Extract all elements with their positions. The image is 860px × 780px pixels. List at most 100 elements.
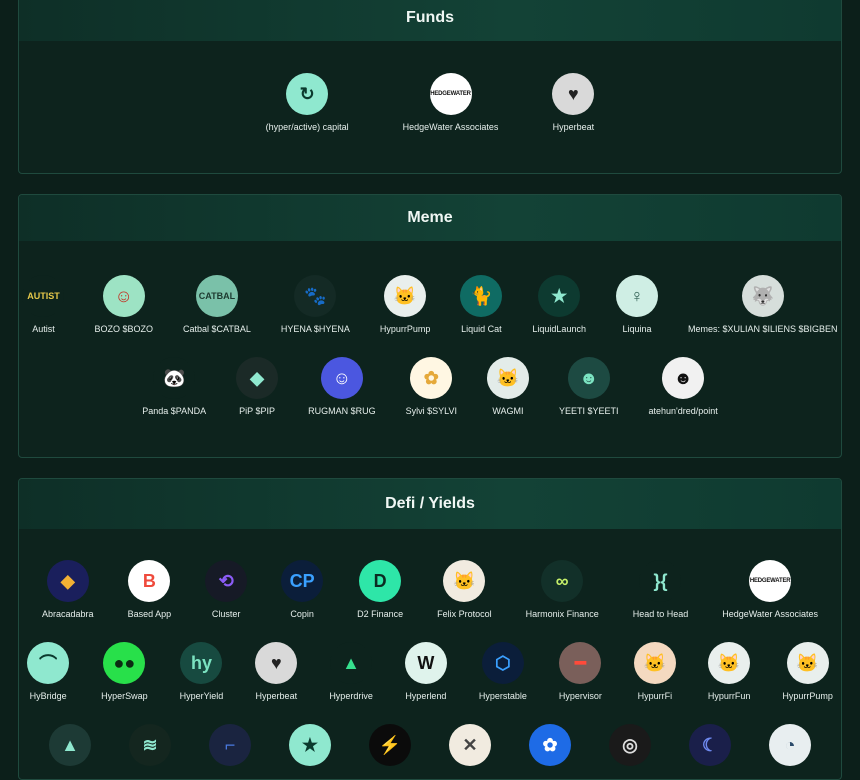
logo-glyph: 🐱 (717, 652, 741, 673)
item-label: Panda $PANDA (142, 406, 207, 416)
hyperlend-item[interactable]: W Hyperlend (404, 642, 447, 702)
logo-glyph: ⚡ (378, 734, 402, 755)
pip-item[interactable]: ◆ PiP $PIP (236, 357, 279, 417)
head-to-head-icon: }{ (639, 560, 682, 602)
liquidlaunch-item[interactable]: ★ LiquidLaunch (532, 275, 586, 335)
pie-logo-item[interactable]: ◔ (769, 724, 811, 779)
hybridge-item[interactable]: ⌒ HyBridge (27, 642, 70, 702)
star-logo-item[interactable]: ★ (289, 724, 331, 779)
item-label: HYENA $HYENA (280, 324, 350, 334)
item-label: atehun'dred/point (648, 406, 718, 416)
hyperdrive-item[interactable]: ▲ Hyperdrive (329, 642, 373, 702)
hedgewater-item[interactable]: HEDGEWATER HedgeWater Associates (722, 560, 818, 620)
catbal-item[interactable]: CATBAL Catbal $CATBAL (183, 275, 251, 335)
autist-icon: AUTIST (22, 275, 65, 317)
abracadabra-item[interactable]: ◆ Abracadabra (42, 560, 94, 620)
flower-logo-item[interactable]: ✿ (529, 724, 571, 779)
item-label: Felix Protocol (437, 609, 492, 619)
lion-icon: ▲ (49, 724, 91, 766)
copin-item[interactable]: CP Copin (281, 560, 324, 620)
item-label: Based App (127, 609, 172, 619)
item-label: Hyperbeat (552, 122, 595, 132)
logo-glyph: ▲ (61, 734, 79, 755)
defi-section: Defi / Yields ◆ Abracadabra B Based App ⟲ Clu… (18, 478, 842, 780)
logo-glyph: ☾ (701, 734, 719, 755)
d2-finance-item[interactable]: D D2 Finance (357, 560, 403, 620)
based-app-icon: B (128, 560, 171, 602)
item-label: (hyper/active) capital (265, 122, 349, 132)
swirl-logo-icon: ☾ (689, 724, 731, 766)
logo-glyph: CP (289, 570, 315, 591)
logo-glyph: 🐼 (162, 367, 186, 388)
logo-glyph: 🐱 (496, 367, 520, 388)
harmonix-finance-icon: ∞ (541, 560, 584, 602)
stripes-item[interactable]: ≋ (129, 724, 171, 779)
hyperlend-icon: W (404, 642, 447, 684)
d2-finance-icon: D (359, 560, 402, 602)
logo-glyph: ★ (301, 734, 319, 755)
yeeti-item[interactable]: ☻ YEETI $YEETI (559, 357, 619, 417)
item-label: LiquidLaunch (532, 324, 586, 334)
sylvi-item[interactable]: ✿ Sylvi $SYLVI (406, 357, 457, 417)
hyperswap-item[interactable]: ●● HyperSwap (101, 642, 148, 702)
ring-logo-item[interactable]: ◎ (609, 724, 651, 779)
square-logo-item[interactable]: ⌐ (209, 724, 251, 779)
wagmi-item[interactable]: 🐱 WAGMI (486, 357, 529, 417)
felix-protocol-item[interactable]: 🐱 Felix Protocol (437, 560, 492, 620)
abracadabra-icon: ◆ (46, 560, 89, 602)
logo-glyph: ☻ (579, 367, 599, 388)
funds-title: Funds (406, 9, 454, 26)
atehundred-item[interactable]: ☻ atehun'dred/point (649, 357, 718, 417)
lion-item[interactable]: ▲ (49, 724, 91, 779)
hypurrfun-item[interactable]: 🐱 HypurrFun (708, 642, 750, 702)
hypervisor-item[interactable]: ━ Hypervisor (559, 642, 602, 702)
autist-item[interactable]: AUTIST Autist (22, 275, 65, 335)
meme-title: Meme (407, 209, 453, 226)
lightning-item[interactable]: ⚡ (369, 724, 411, 779)
logo-glyph: 🐺 (751, 285, 774, 306)
logo-glyph: 🐾 (304, 285, 327, 306)
logo-glyph: ⬡ (494, 652, 511, 673)
cluster-icon: ⟲ (205, 560, 248, 602)
logo-glyph: ●● (113, 652, 136, 673)
based-app-item[interactable]: B Based App (127, 560, 172, 620)
head-to-head-item[interactable]: }{Head to Head (633, 560, 688, 620)
hypurrpump-item[interactable]: 🐱 HypurrPump (782, 642, 833, 702)
hedgewater-item[interactable]: HEDGEWATER HedgeWater Associates (403, 73, 498, 133)
logo-glyph: ⟲ (218, 570, 234, 591)
item-label: HyBridge (29, 691, 67, 701)
item-label: D2 Finance (357, 609, 404, 619)
yeeti-icon: ☻ (567, 357, 610, 399)
logo-glyph: hy (190, 652, 212, 673)
memes-item[interactable]: 🐺 Memes: $XULIAN $ILIENS $BIGBEN (688, 275, 838, 335)
hyena-item[interactable]: 🐾 HYENA $HYENA (281, 275, 350, 335)
bozo-icon: ☺ (102, 275, 145, 317)
cluster-item[interactable]: ⟲ Cluster (205, 560, 248, 620)
catbal-icon: CATBAL (195, 275, 238, 317)
hypurrfi-item[interactable]: 🐱 HypurrFi (633, 642, 676, 702)
hyper-active-capital-item[interactable]: ↻ (hyper/active) capital (266, 73, 349, 133)
hypurrpump-item[interactable]: 🐱 HypurrPump (380, 275, 430, 335)
hyperstable-item[interactable]: ⬡ Hyperstable (479, 642, 527, 702)
liquid-cat-item[interactable]: 🐈 Liquid Cat (460, 275, 503, 335)
flower-logo-icon: ✿ (529, 724, 571, 766)
stripes-icon: ≋ (129, 724, 171, 766)
hyperyield-item[interactable]: hy HyperYield (180, 642, 223, 702)
x-logo-item[interactable]: ✕ (449, 724, 491, 779)
hyperbeat-item[interactable]: ♥ Hyperbeat (552, 73, 595, 133)
hedgewater-icon: HEDGEWATER (429, 73, 472, 115)
hyperbeat-item[interactable]: ♥ Hyperbeat (255, 642, 298, 702)
logo-glyph: HEDGEWATER (430, 91, 471, 97)
swirl-logo-item[interactable]: ☾ (689, 724, 731, 779)
panda-item[interactable]: 🐼 Panda $PANDA (142, 357, 206, 417)
rugman-item[interactable]: ☺ RUGMAN $RUG (308, 357, 376, 417)
bozo-item[interactable]: ☺ BOZO $BOZO (94, 275, 153, 335)
liquina-item[interactable]: ♀ Liquina (615, 275, 658, 335)
item-label: HedgeWater Associates (722, 609, 818, 619)
harmonix-finance-item[interactable]: ∞ Harmonix Finance (526, 560, 599, 620)
logo-glyph: ◆ (60, 570, 75, 591)
item-label: Harmonix Finance (525, 609, 599, 619)
sylvi-icon: ✿ (410, 357, 453, 399)
pie-logo-icon: ◔ (769, 724, 811, 766)
panda-icon: 🐼 (153, 357, 196, 399)
